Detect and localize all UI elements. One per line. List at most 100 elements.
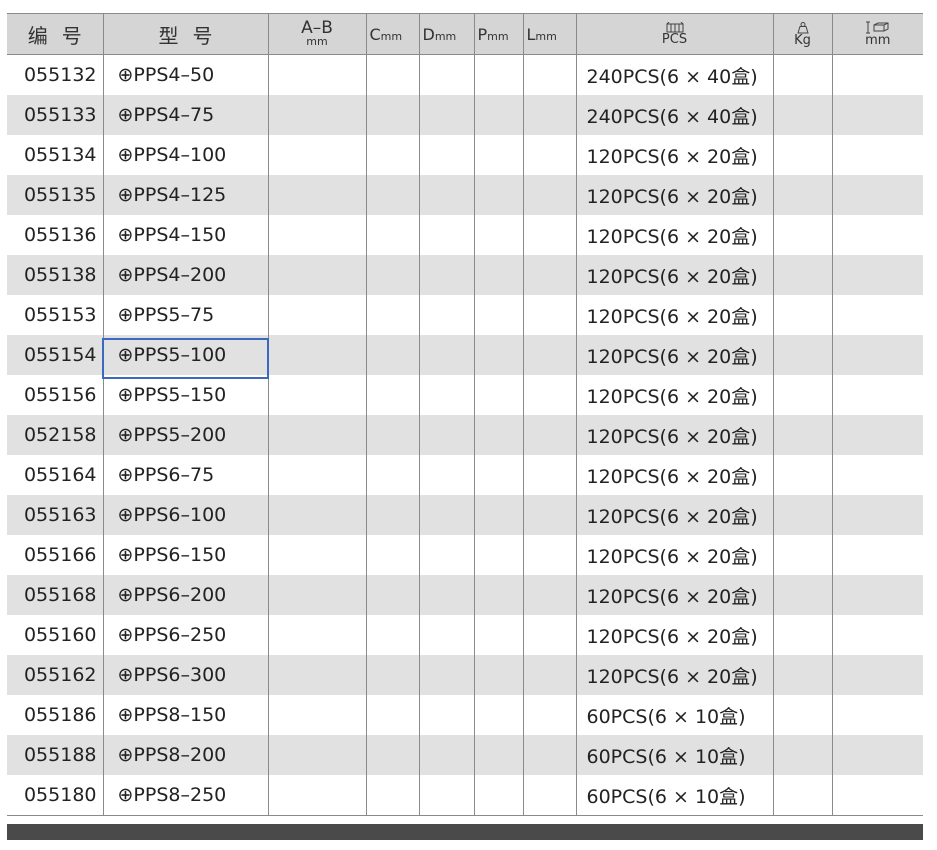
cell-p[interactable] xyxy=(473,295,523,335)
cell-l[interactable] xyxy=(522,255,576,295)
cell-model[interactable]: ⊕PPS8–250 xyxy=(102,775,268,816)
cell-c[interactable] xyxy=(365,775,419,816)
cell-code[interactable]: 055134 xyxy=(7,135,103,175)
table-row[interactable]: 055166 ⊕PPS6–150 120PCS(6 × 20盒) xyxy=(7,535,923,575)
table-row[interactable]: 055168 ⊕PPS6–200 120PCS(6 × 20盒) xyxy=(7,575,923,615)
cell-c[interactable] xyxy=(365,495,419,535)
cell-size[interactable] xyxy=(831,495,923,535)
cell-c[interactable] xyxy=(365,535,419,575)
cell-pack[interactable]: 120PCS(6 × 20盒) xyxy=(575,455,773,495)
cell-l[interactable] xyxy=(522,655,576,695)
cell-kg[interactable] xyxy=(772,415,832,455)
cell-ab[interactable] xyxy=(267,375,366,415)
cell-c[interactable] xyxy=(365,735,419,775)
cell-l[interactable] xyxy=(522,775,576,816)
cell-ab[interactable] xyxy=(267,615,366,655)
cell-kg[interactable] xyxy=(772,495,832,535)
cell-code[interactable]: 052158 xyxy=(7,415,103,455)
table-row[interactable]: 055136 ⊕PPS4–150 120PCS(6 × 20盒) xyxy=(7,215,923,255)
cell-p[interactable] xyxy=(473,335,523,375)
cell-kg[interactable] xyxy=(772,375,832,415)
cell-d[interactable] xyxy=(418,255,474,295)
cell-size[interactable] xyxy=(831,375,923,415)
cell-ab[interactable] xyxy=(267,175,366,215)
cell-size[interactable] xyxy=(831,335,923,375)
cell-kg[interactable] xyxy=(772,335,832,375)
cell-model[interactable]: ⊕PPS5–75 xyxy=(102,295,268,335)
cell-model[interactable]: ⊕PPS6–250 xyxy=(102,615,268,655)
cell-pack[interactable]: 240PCS(6 × 40盒) xyxy=(575,54,773,95)
cell-model[interactable]: ⊕PPS6–300 xyxy=(102,655,268,695)
cell-c[interactable] xyxy=(365,215,419,255)
cell-code[interactable]: 055153 xyxy=(7,295,103,335)
table-row[interactable]: 055132 ⊕PPS4–50 240PCS(6 × 40盒) xyxy=(7,54,923,95)
cell-p[interactable] xyxy=(473,455,523,495)
table-row[interactable]: 052158 ⊕PPS5–200 120PCS(6 × 20盒) xyxy=(7,415,923,455)
cell-model[interactable]: ⊕PPS4–200 xyxy=(102,255,268,295)
cell-size[interactable] xyxy=(831,615,923,655)
cell-p[interactable] xyxy=(473,615,523,655)
cell-model[interactable]: ⊕PPS5–200 xyxy=(102,415,268,455)
cell-pack[interactable]: 120PCS(6 × 20盒) xyxy=(575,255,773,295)
cell-size[interactable] xyxy=(831,95,923,135)
cell-ab[interactable] xyxy=(267,295,366,335)
cell-p[interactable] xyxy=(473,215,523,255)
cell-d[interactable] xyxy=(418,295,474,335)
table-row[interactable]: 055135 ⊕PPS4–125 120PCS(6 × 20盒) xyxy=(7,175,923,215)
cell-model[interactable]: ⊕PPS6–100 xyxy=(102,495,268,535)
cell-c[interactable] xyxy=(365,54,419,95)
cell-model[interactable]: ⊕PPS6–75 xyxy=(102,455,268,495)
cell-code[interactable]: 055154 xyxy=(7,335,103,375)
cell-model[interactable]: ⊕PPS4–150 xyxy=(102,215,268,255)
cell-code[interactable]: 055166 xyxy=(7,535,103,575)
cell-l[interactable] xyxy=(522,215,576,255)
cell-d[interactable] xyxy=(418,535,474,575)
cell-c[interactable] xyxy=(365,175,419,215)
cell-kg[interactable] xyxy=(772,575,832,615)
cell-size[interactable] xyxy=(831,735,923,775)
table-row[interactable]: 055153 ⊕PPS5–75 120PCS(6 × 20盒) xyxy=(7,295,923,335)
cell-code[interactable]: 055135 xyxy=(7,175,103,215)
cell-l[interactable] xyxy=(522,295,576,335)
cell-c[interactable] xyxy=(365,295,419,335)
cell-l[interactable] xyxy=(522,455,576,495)
cell-l[interactable] xyxy=(522,495,576,535)
cell-c[interactable] xyxy=(365,615,419,655)
cell-code[interactable]: 055163 xyxy=(7,495,103,535)
cell-model[interactable]: ⊕PPS4–125 xyxy=(102,175,268,215)
cell-d[interactable] xyxy=(418,495,474,535)
cell-size[interactable] xyxy=(831,535,923,575)
cell-d[interactable] xyxy=(418,695,474,735)
cell-pack[interactable]: 120PCS(6 × 20盒) xyxy=(575,215,773,255)
table-row[interactable]: 055163 ⊕PPS6–100 120PCS(6 × 20盒) xyxy=(7,495,923,535)
cell-model[interactable]: ⊕PPS4–50 xyxy=(102,54,268,95)
cell-d[interactable] xyxy=(418,615,474,655)
cell-code[interactable]: 055132 xyxy=(7,54,103,95)
cell-code[interactable]: 055133 xyxy=(7,95,103,135)
cell-l[interactable] xyxy=(522,535,576,575)
cell-kg[interactable] xyxy=(772,295,832,335)
cell-code[interactable]: 055188 xyxy=(7,735,103,775)
cell-pack[interactable]: 120PCS(6 × 20盒) xyxy=(575,495,773,535)
cell-l[interactable] xyxy=(522,415,576,455)
cell-pack[interactable]: 120PCS(6 × 20盒) xyxy=(575,295,773,335)
cell-ab[interactable] xyxy=(267,215,366,255)
cell-ab[interactable] xyxy=(267,54,366,95)
table-row[interactable]: 055180 ⊕PPS8–250 60PCS(6 × 10盒) xyxy=(7,775,923,816)
cell-d[interactable] xyxy=(418,415,474,455)
cell-pack[interactable]: 120PCS(6 × 20盒) xyxy=(575,575,773,615)
cell-c[interactable] xyxy=(365,455,419,495)
cell-c[interactable] xyxy=(365,335,419,375)
cell-size[interactable] xyxy=(831,295,923,335)
cell-kg[interactable] xyxy=(772,455,832,495)
table-row[interactable]: 055160 ⊕PPS6–250 120PCS(6 × 20盒) xyxy=(7,615,923,655)
table-row[interactable]: 055133 ⊕PPS4–75 240PCS(6 × 40盒) xyxy=(7,95,923,135)
cell-code[interactable]: 055186 xyxy=(7,695,103,735)
cell-d[interactable] xyxy=(418,215,474,255)
cell-ab[interactable] xyxy=(267,535,366,575)
cell-size[interactable] xyxy=(831,455,923,495)
cell-code[interactable]: 055168 xyxy=(7,575,103,615)
table-row[interactable]: 055164 ⊕PPS6–75 120PCS(6 × 20盒) xyxy=(7,455,923,495)
cell-pack[interactable]: 60PCS(6 × 10盒) xyxy=(575,695,773,735)
cell-size[interactable] xyxy=(831,775,923,816)
